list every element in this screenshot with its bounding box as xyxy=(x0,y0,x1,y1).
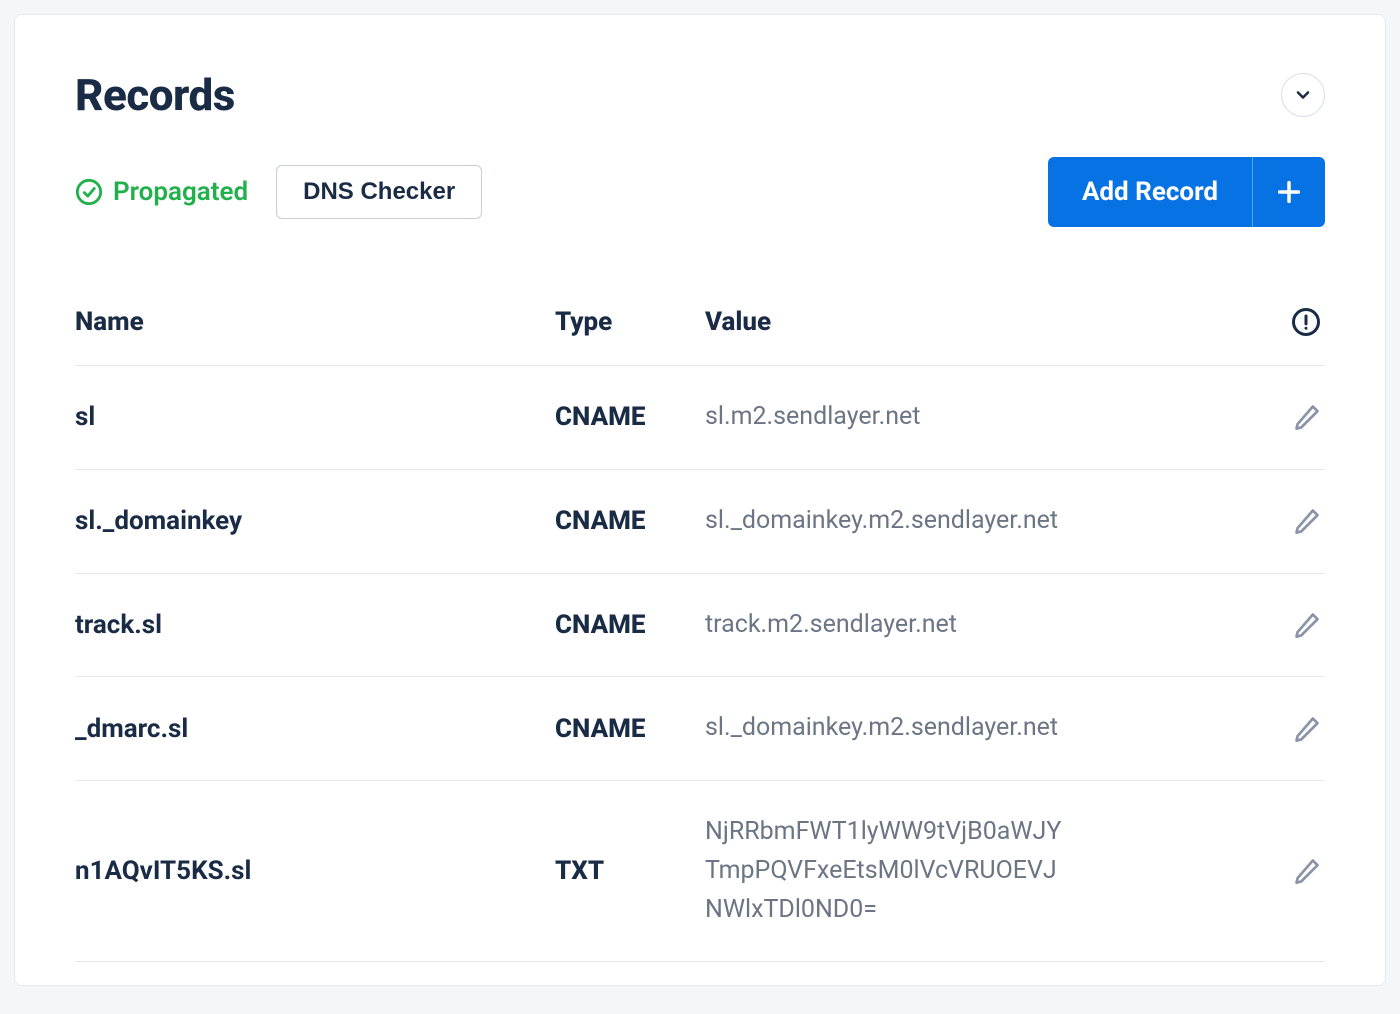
col-value: Value xyxy=(705,307,1245,337)
record-value: sl.m2.sendlayer.net xyxy=(705,398,1065,437)
pencil-icon xyxy=(1293,403,1321,431)
table-row: sl._domainkey CNAME sl._domainkey.m2.sen… xyxy=(75,470,1325,574)
propagation-status: Propagated xyxy=(75,177,248,207)
collapse-toggle[interactable] xyxy=(1281,73,1325,117)
record-type: CNAME xyxy=(555,402,695,432)
record-type: CNAME xyxy=(555,506,695,536)
record-name: n1AQvIT5KS.sl xyxy=(75,856,545,886)
col-info[interactable] xyxy=(1255,307,1325,337)
edit-record-button[interactable] xyxy=(1255,857,1325,885)
record-name: sl._domainkey xyxy=(75,506,545,536)
edit-record-button[interactable] xyxy=(1255,611,1325,639)
pencil-icon xyxy=(1293,611,1321,639)
edit-record-button[interactable] xyxy=(1255,403,1325,431)
add-record-button[interactable]: Add Record xyxy=(1048,157,1252,227)
info-icon xyxy=(1291,307,1321,337)
edit-record-button[interactable] xyxy=(1255,715,1325,743)
table-row: sl CNAME sl.m2.sendlayer.net xyxy=(75,366,1325,470)
record-name: _dmarc.sl xyxy=(75,714,545,744)
record-name: sl xyxy=(75,402,545,432)
table-row: _dmarc.sl CNAME sl._domainkey.m2.sendlay… xyxy=(75,677,1325,781)
record-type: TXT xyxy=(555,856,695,886)
record-value: track.m2.sendlayer.net xyxy=(705,606,1065,645)
pencil-icon xyxy=(1293,507,1321,535)
toolbar: Propagated DNS Checker Add Record xyxy=(75,157,1325,227)
col-type: Type xyxy=(555,307,695,337)
record-value: sl._domainkey.m2.sendlayer.net xyxy=(705,709,1065,748)
table-row: n1AQvIT5KS.sl TXT NjRRbmFWT1lyWW9tVjB0aW… xyxy=(75,781,1325,962)
toolbar-left: Propagated DNS Checker xyxy=(75,165,482,219)
table-header: Name Type Value xyxy=(75,307,1325,366)
check-circle-icon xyxy=(75,178,103,206)
record-value: NjRRbmFWT1lyWW9tVjB0aWJYTmpPQVFxeEtsM0lV… xyxy=(705,813,1065,929)
records-card: Records Propagated DNS Checker Add Recor… xyxy=(14,14,1386,986)
record-value: sl._domainkey.m2.sendlayer.net xyxy=(705,502,1065,541)
pencil-icon xyxy=(1293,857,1321,885)
edit-record-button[interactable] xyxy=(1255,507,1325,535)
add-record-button-group: Add Record xyxy=(1048,157,1325,227)
chevron-down-icon xyxy=(1293,85,1313,105)
record-type: CNAME xyxy=(555,610,695,640)
table-row: track.sl CNAME track.m2.sendlayer.net xyxy=(75,574,1325,678)
dns-checker-button[interactable]: DNS Checker xyxy=(276,165,482,219)
page-title: Records xyxy=(75,69,235,121)
add-record-plus-button[interactable] xyxy=(1252,157,1325,227)
header-row: Records xyxy=(75,69,1325,121)
record-type: CNAME xyxy=(555,714,695,744)
record-name: track.sl xyxy=(75,610,545,640)
col-name: Name xyxy=(75,307,545,337)
records-table: Name Type Value sl CNAME sl.m2.sendlayer… xyxy=(75,307,1325,962)
propagation-status-label: Propagated xyxy=(113,177,248,207)
plus-icon xyxy=(1275,178,1303,206)
pencil-icon xyxy=(1293,715,1321,743)
